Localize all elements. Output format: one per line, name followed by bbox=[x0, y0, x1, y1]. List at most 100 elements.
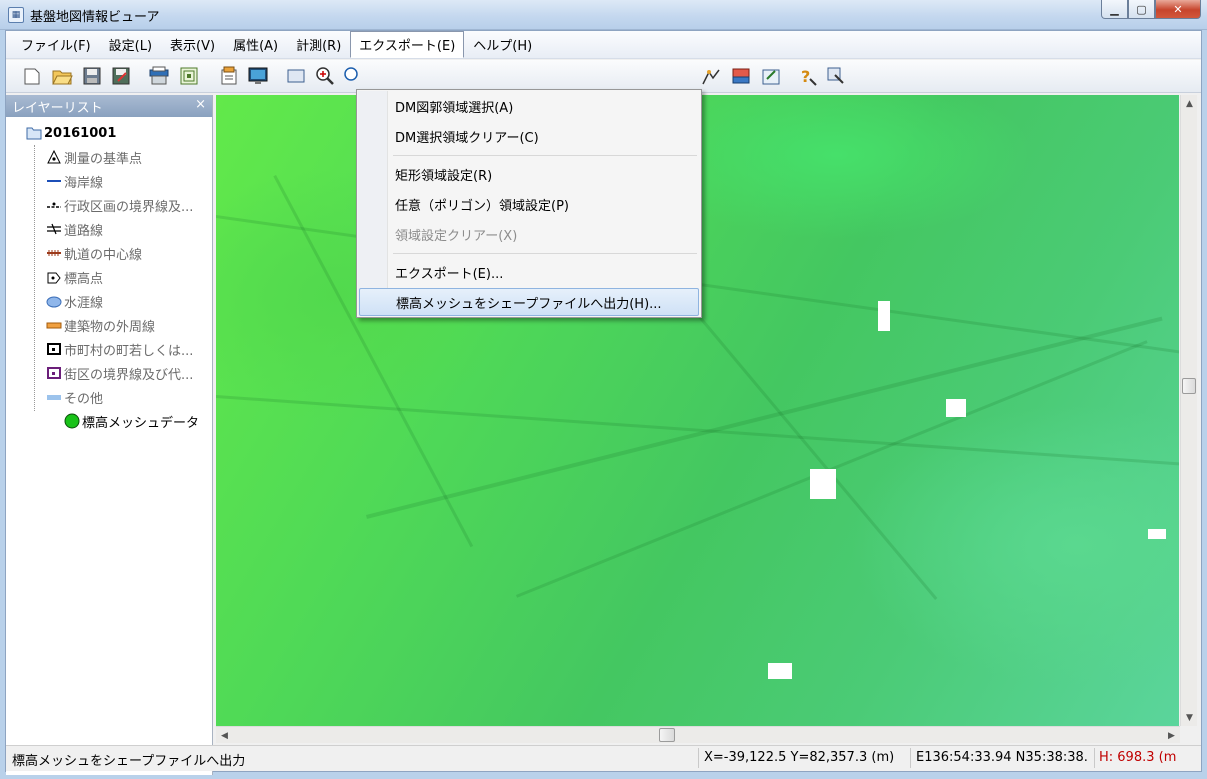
menu-export[interactable]: エクスポート(E) bbox=[350, 31, 465, 58]
scroll-right-icon[interactable]: ▶ bbox=[1163, 727, 1180, 744]
about-icon[interactable] bbox=[824, 65, 848, 87]
layer-icon[interactable] bbox=[177, 65, 201, 87]
menu-rect-area[interactable]: 矩形領域設定(R) bbox=[359, 160, 699, 188]
layer-item-building[interactable]: 建築物の外周線 bbox=[6, 313, 212, 337]
status-message: 標高メッシュをシェープファイルへ出力 bbox=[12, 754, 246, 769]
layer-item-label: 市町村の町若しくは... bbox=[64, 343, 194, 359]
coastline-icon bbox=[46, 173, 62, 189]
display-icon[interactable] bbox=[246, 65, 270, 87]
menu-export[interactable]: エクスポート(E)... bbox=[359, 258, 699, 286]
menu-export-mesh-shapefile[interactable]: 標高メッシュをシェープファイルへ出力(H)... bbox=[359, 288, 699, 316]
menu-dm-clear[interactable]: DM選択領域クリアー(C) bbox=[359, 122, 699, 150]
menu-area-clear[interactable]: 領域設定クリアー(X) bbox=[359, 220, 699, 248]
elevation-point-icon bbox=[46, 269, 62, 285]
layer-item-label: 標高点 bbox=[64, 271, 104, 287]
layer-list-title: レイヤーリスト bbox=[12, 101, 103, 116]
help-icon[interactable]: ? bbox=[796, 65, 820, 87]
scroll-up-icon[interactable]: ▲ bbox=[1181, 95, 1198, 112]
layer-item-label: 建築物の外周線 bbox=[64, 319, 156, 335]
maximize-button[interactable]: ▢ bbox=[1128, 0, 1155, 19]
window-controls: ▁ ▢ ✕ bbox=[1101, 0, 1201, 20]
layer-item-label: 道路線 bbox=[64, 223, 104, 239]
layer-item-label: 軌道の中心線 bbox=[64, 247, 143, 263]
vertical-scroll-thumb[interactable] bbox=[1182, 378, 1196, 394]
no-data-area bbox=[810, 469, 836, 499]
minimize-button[interactable]: ▁ bbox=[1101, 0, 1128, 19]
elevation-mesh-icon bbox=[64, 413, 80, 429]
block-boundary-icon bbox=[46, 365, 62, 381]
menu-separator bbox=[393, 253, 697, 254]
admin-boundary-icon bbox=[46, 197, 62, 213]
scroll-left-icon[interactable]: ◀ bbox=[216, 727, 233, 744]
menu-view[interactable]: 表示(V) bbox=[161, 31, 224, 58]
menu-separator bbox=[393, 155, 697, 156]
layer-item-other[interactable]: その他 bbox=[6, 385, 212, 409]
layer-item-elevation-point[interactable]: 標高点 bbox=[6, 265, 212, 289]
layer-list-header: レイヤーリスト × bbox=[6, 95, 212, 117]
layer-item-label: 測量の基準点 bbox=[64, 151, 143, 167]
export-image-icon[interactable] bbox=[729, 65, 753, 87]
status-latlon: E136:54:33.94 N35:38:38. bbox=[916, 750, 1088, 765]
menu-dm-select[interactable]: DM図郭領域選択(A) bbox=[359, 92, 699, 120]
layer-item-label: 街区の境界線及び代... bbox=[64, 367, 194, 383]
window-title: 基盤地図情報ビューア bbox=[30, 10, 160, 25]
no-data-area bbox=[768, 663, 792, 679]
layer-item-admin-boundary[interactable]: 行政区画の境界線及... bbox=[6, 193, 212, 217]
scroll-down-icon[interactable]: ▼ bbox=[1181, 709, 1198, 726]
waterline-icon bbox=[46, 293, 62, 309]
layer-item-railway[interactable]: 軌道の中心線 bbox=[6, 241, 212, 265]
menu-attribute[interactable]: 属性(A) bbox=[224, 31, 287, 58]
layer-item-block-boundary[interactable]: 街区の境界線及び代... bbox=[6, 361, 212, 385]
menu-help[interactable]: ヘルプ(H) bbox=[464, 31, 541, 58]
layer-root[interactable]: 20161001 bbox=[6, 121, 212, 145]
vertical-scrollbar[interactable]: ▲ ▼ bbox=[1180, 95, 1197, 726]
zoom-out-icon[interactable] bbox=[341, 65, 365, 87]
print-icon[interactable] bbox=[147, 65, 171, 87]
railway-icon bbox=[46, 245, 62, 261]
layer-item-label: 海岸線 bbox=[64, 175, 104, 191]
layer-item-road[interactable]: 道路線 bbox=[6, 217, 212, 241]
menu-polygon-area[interactable]: 任意（ポリゴン）領域設定(P) bbox=[359, 190, 699, 218]
open-folder-icon[interactable] bbox=[50, 65, 74, 87]
horizontal-scrollbar[interactable]: ◀ ▶ bbox=[216, 726, 1180, 743]
other-icon bbox=[46, 389, 62, 405]
layer-item-label: 水涯線 bbox=[64, 295, 104, 311]
no-data-area bbox=[1148, 529, 1166, 539]
layer-item-label: 標高メッシュデータ bbox=[82, 415, 200, 431]
town-boundary-icon bbox=[46, 341, 62, 357]
close-button[interactable]: ✕ bbox=[1155, 0, 1201, 19]
no-data-area bbox=[878, 301, 890, 331]
status-height: H: 698.3 (m bbox=[1099, 750, 1177, 765]
layer-item-survey-point[interactable]: 測量の基準点 bbox=[6, 145, 212, 169]
building-outline-icon bbox=[46, 317, 62, 333]
measure-area-icon[interactable] bbox=[699, 65, 723, 87]
title-bar: ▦ 基盤地図情報ビューア ▁ ▢ ✕ bbox=[0, 0, 1207, 30]
save-as-icon[interactable] bbox=[109, 65, 133, 87]
layer-item-label: その他 bbox=[64, 391, 104, 407]
layer-item-elevation-mesh[interactable]: 標高メッシュデータ bbox=[6, 409, 212, 433]
app-icon[interactable]: ▦ bbox=[8, 7, 24, 23]
save-icon[interactable] bbox=[80, 65, 104, 87]
layer-item-coastline[interactable]: 海岸線 bbox=[6, 169, 212, 193]
attribute-icon[interactable] bbox=[217, 65, 241, 87]
app-client-area: ファイル(F) 設定(L) 表示(V) 属性(A) 計測(R) エクスポート(E… bbox=[5, 30, 1202, 775]
layer-tree: 20161001 測量の基準点 海岸線 行政区画の境界線及... 道路線 軌道の… bbox=[6, 117, 212, 433]
status-bar: 標高メッシュをシェープファイルへ出力 X=-39,122.5 Y=82,357.… bbox=[6, 745, 1201, 771]
export-menu-dropdown: DM図郭領域選択(A) DM選択領域クリアー(C) 矩形領域設定(R) 任意（ポ… bbox=[356, 89, 702, 318]
layer-item-waterline[interactable]: 水涯線 bbox=[6, 289, 212, 313]
layer-root-label: 20161001 bbox=[44, 125, 117, 141]
zoom-in-icon[interactable] bbox=[313, 65, 337, 87]
layer-item-town-boundary[interactable]: 市町村の町若しくは... bbox=[6, 337, 212, 361]
horizontal-scroll-thumb[interactable] bbox=[659, 728, 675, 742]
survey-point-icon bbox=[46, 149, 62, 165]
menu-measure[interactable]: 計測(R) bbox=[287, 31, 350, 58]
new-file-icon[interactable] bbox=[20, 65, 44, 87]
full-extent-icon[interactable] bbox=[284, 65, 308, 87]
menu-settings[interactable]: 設定(L) bbox=[100, 31, 161, 58]
export-file-icon[interactable] bbox=[759, 65, 783, 87]
menu-file[interactable]: ファイル(F) bbox=[12, 31, 100, 58]
close-panel-icon[interactable]: × bbox=[195, 97, 206, 112]
road-line-icon bbox=[46, 221, 62, 237]
layer-list-panel: レイヤーリスト × 20161001 測量の基準点 海岸線 行政区画の境界線及.… bbox=[6, 95, 213, 775]
layer-item-label: 行政区画の境界線及... bbox=[64, 199, 194, 215]
